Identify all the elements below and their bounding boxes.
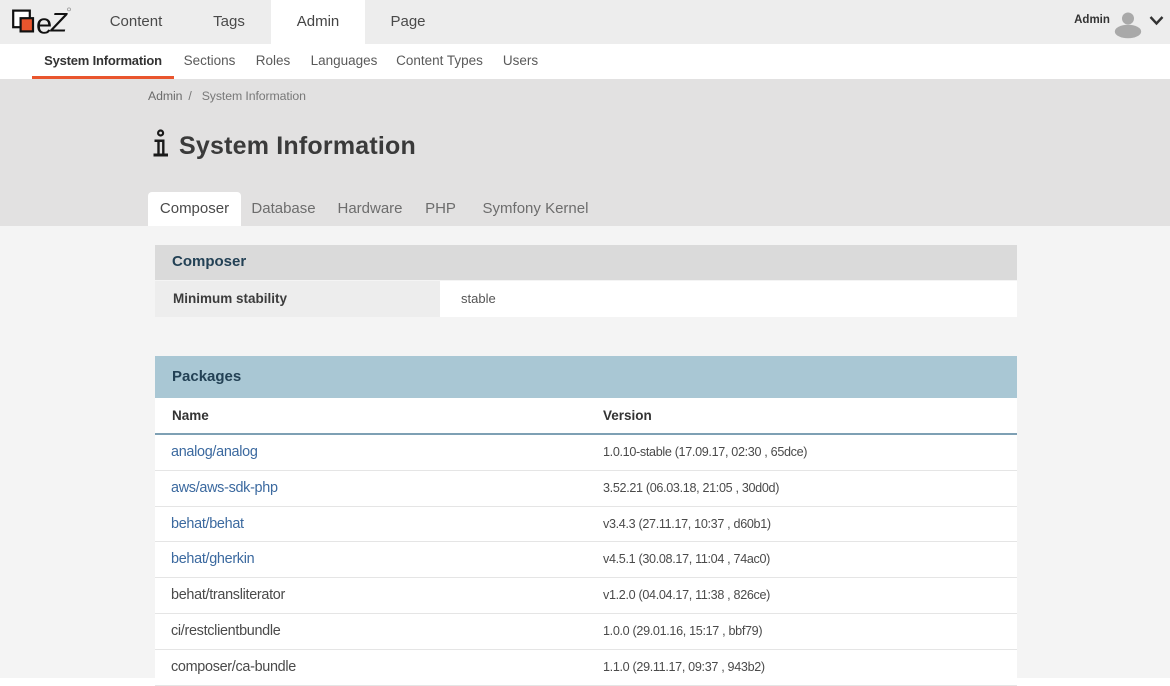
svg-text:Z: Z <box>50 7 69 36</box>
